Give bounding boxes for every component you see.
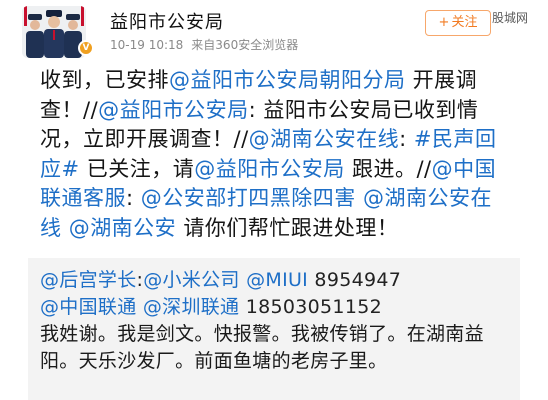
username[interactable]: 益阳市公安局 [110,8,224,34]
post-time: 10:18 [148,38,184,52]
verified-badge-icon: V [78,40,94,56]
content-text [356,186,363,210]
content-text: 收到，已安排 [40,68,169,92]
post-date: 10-19 [110,38,145,52]
mention-link[interactable]: @中国联通 [40,296,137,318]
mention-link[interactable]: @后宫学长 [40,269,137,291]
content-text [62,216,69,240]
repost-text: @后宫学长:@小米公司 @MIUI 8954947 @中国联通 @深圳联通 185… [40,267,512,375]
avatar[interactable] [22,6,86,58]
repost-message: 我姓谢。我是剑文。快报警。我被传销了。在湖南益阳。天乐沙发厂。前面鱼塘的老房子里… [40,323,484,372]
reposted-original[interactable]: @后宫学长:@小米公司 @MIUI 8954947 @中国联通 @深圳联通 185… [28,258,520,400]
mention-link[interactable]: @公安部打四黑除四害 [141,186,356,210]
follow-label: 关注 [451,15,478,30]
repost-text-part: 8954947 [308,269,402,291]
mention-link[interactable]: @小米公司 [143,269,240,291]
post-source: 来自360安全浏览器 [191,38,299,52]
post-meta: 10-19 10:18 来自360安全浏览器 [110,36,298,53]
mention-link[interactable]: @MIUI [246,269,308,291]
weibo-post: V 益阳市公安局 10-19 10:18 来自360安全浏览器 + 关注 股城网 收… [0,0,548,400]
mention-link[interactable]: @湖南公安 [69,216,177,240]
content-text: : [399,127,414,151]
mention-link[interactable]: @益阳市公安局 [194,157,345,181]
content-text: 请你们帮忙跟进处理！ [176,215,399,240]
police-group-avatar-icon [22,6,86,58]
mention-link[interactable]: @深圳联通 [143,296,240,318]
mention-link[interactable]: @湖南公安在线 [249,127,400,151]
content-text: 已关注，请 [79,156,195,181]
post-content: 收到，已安排@益阳市公安局朝阳分局 开展调查！//@益阳市公安局: 益阳市公安局… [40,66,512,243]
follow-button[interactable]: + 关注 [425,10,491,36]
mention-link[interactable]: @益阳市公安局 [98,98,249,122]
plus-icon: + [438,15,450,30]
post-header: V 益阳市公安局 10-19 10:18 来自360安全浏览器 + 关注 股城网 [0,0,548,64]
watermark: 股城网 [492,11,529,25]
content-text: : [126,186,141,210]
content-text: 跟进。// [344,156,432,181]
repost-text-part: 18503051152 [239,296,382,318]
mention-link[interactable]: @益阳市公安局朝阳分局 [169,68,406,92]
